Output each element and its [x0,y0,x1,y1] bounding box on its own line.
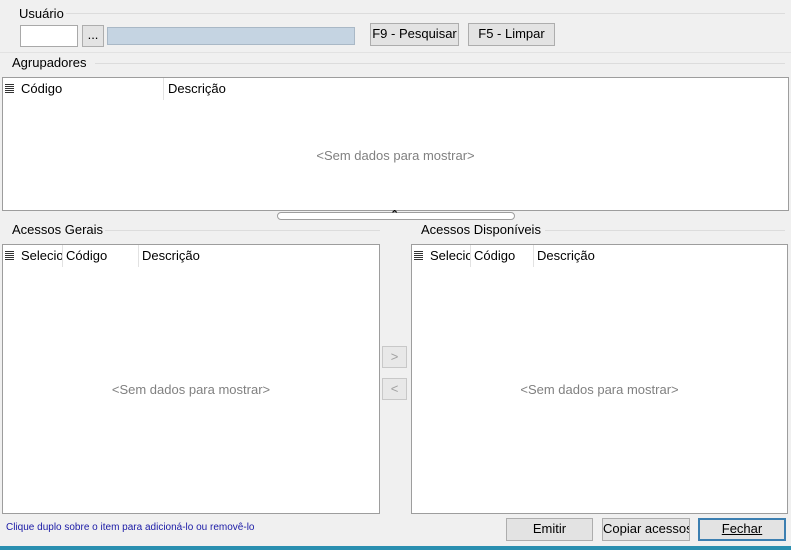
agrupadores-label: Agrupadores [12,55,87,70]
group-separator [105,230,380,231]
column-separator [62,245,63,267]
bottom-strip [0,546,791,550]
copiar-acessos-button[interactable]: Copiar acessos [602,518,690,541]
column-separator [533,245,534,267]
emitir-button[interactable]: Emitir [506,518,593,541]
usuario-label: Usuário [19,6,64,21]
usuario-name-field [107,27,355,45]
column-header-codigo[interactable]: Código [472,245,534,267]
column-header-descricao[interactable]: Descrição [535,245,735,267]
remove-access-button[interactable]: < [382,378,407,400]
column-chooser-icon[interactable] [414,251,423,260]
empty-message: <Sem dados para mostrar> [111,382,271,397]
column-header-selecionado[interactable]: Selecionado [428,245,470,267]
acessos-disponiveis-grid[interactable]: Selecionado Código Descrição <Sem dados … [411,244,788,514]
section-divider [0,52,791,53]
splitter-handle[interactable]: ⌃ [277,209,515,221]
fechar-button[interactable]: Fechar [698,518,786,541]
group-separator [95,63,785,64]
usuario-browse-button[interactable]: ... [82,25,104,47]
group-separator [545,230,785,231]
column-header-codigo[interactable]: Código [64,245,139,267]
acessos-gerais-grid[interactable]: Selecionado Código Descrição <Sem dados … [2,244,380,514]
column-separator [138,245,139,267]
column-header-descricao[interactable]: Descrição [140,245,340,267]
column-chooser-icon[interactable] [5,251,14,260]
acessos-disponiveis-label: Acessos Disponíveis [421,222,541,237]
empty-message: <Sem dados para mostrar> [520,382,679,397]
column-header-selecionado[interactable]: Selecionado [19,245,62,267]
search-button[interactable]: F9 - Pesquisar [370,23,459,46]
agrupadores-grid[interactable]: Código Descrição <Sem dados para mostrar… [2,77,789,211]
add-access-button[interactable]: > [382,346,407,368]
column-header-descricao[interactable]: Descrição [166,78,466,100]
column-separator [470,245,471,267]
usuario-code-input[interactable] [20,25,78,47]
clear-button[interactable]: F5 - Limpar [468,23,555,46]
column-separator [163,78,164,100]
column-chooser-icon[interactable] [5,84,14,93]
acessos-gerais-label: Acessos Gerais [12,222,104,237]
chevron-up-icon: ⌃ [390,209,400,221]
hint-text: Clique duplo sobre o item para adicioná-… [6,522,255,533]
group-separator [66,13,785,14]
empty-message: <Sem dados para mostrar> [316,148,475,163]
column-header-codigo[interactable]: Código [19,78,164,100]
